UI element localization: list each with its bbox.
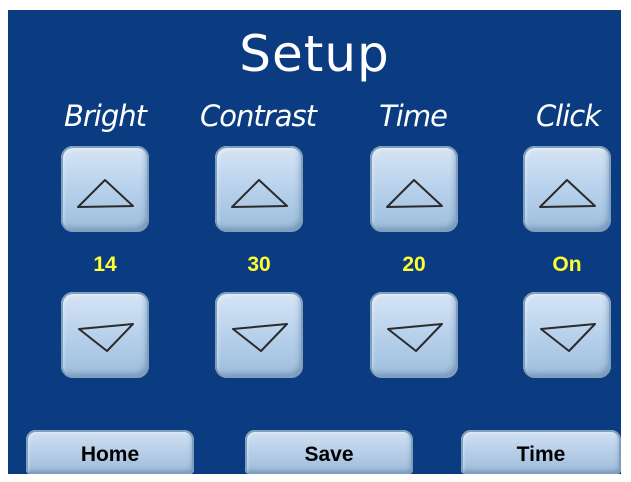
save-button[interactable]: Save [245,430,413,474]
triangle-up-icon [386,179,443,208]
contrast-label: Contrast [200,99,317,133]
triangle-down-icon [232,323,288,352]
triangle-up-icon [77,179,134,208]
click-down-button[interactable] [523,292,611,378]
contrast-up-button[interactable] [215,146,303,232]
click-up-button[interactable] [523,146,611,232]
time-label: Time [379,99,448,133]
triangle-down-icon [78,323,134,352]
click-label: Click [535,99,601,133]
home-button[interactable]: Home [26,430,194,474]
time-value: 20 [402,253,426,276]
setup-screen: Setup Bright Contrast Time Click 14 30 2… [8,10,621,474]
time-down-button[interactable] [370,292,458,378]
page-title: Setup [239,25,390,83]
bright-up-button[interactable] [61,146,149,232]
triangle-down-icon [387,323,443,352]
bright-label: Bright [63,99,147,133]
time-up-button[interactable] [370,146,458,232]
home-button-label: Home [80,443,140,466]
time-button[interactable]: Time [461,430,621,474]
time-button-label: Time [516,443,566,466]
contrast-down-button[interactable] [215,292,303,378]
triangle-down-icon [540,323,596,352]
triangle-up-icon [539,179,596,208]
bright-value: 14 [93,253,117,276]
triangle-up-icon [231,179,288,208]
click-value: On [552,253,582,276]
save-button-label: Save [304,443,354,466]
contrast-value: 30 [247,253,271,276]
bright-down-button[interactable] [61,292,149,378]
